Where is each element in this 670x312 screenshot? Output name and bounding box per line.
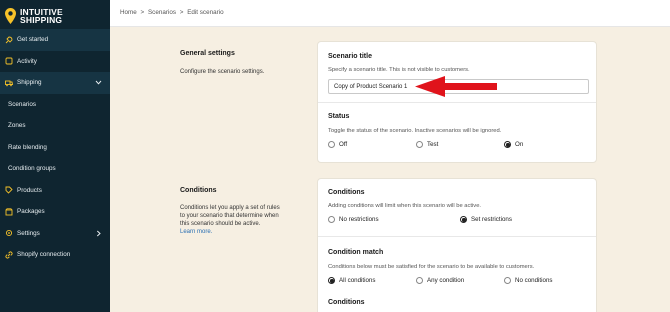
- sidebar-item-get-started[interactable]: Get started: [0, 29, 110, 51]
- sidebar-item-condition-groups[interactable]: Condition groups: [0, 158, 110, 180]
- breadcrumb-separator: >: [140, 9, 145, 16]
- conditions-heading: Conditions: [328, 189, 365, 196]
- conditions-help: Adding conditions will limit when this s…: [328, 203, 482, 209]
- learn-more-link[interactable]: Learn more.: [180, 229, 212, 235]
- sidebar-item-activity[interactable]: Activity: [0, 51, 110, 73]
- top-bar: Home > Scenarios > Edit scenario: [110, 0, 670, 27]
- package-icon: [5, 208, 13, 216]
- arrow-annotation-icon: [415, 76, 497, 97]
- status-help: Toggle the status of the scenario. Inact…: [328, 128, 502, 134]
- conditions-card: Conditions Adding conditions will limit …: [317, 178, 597, 312]
- activity-icon: [5, 57, 13, 65]
- general-settings-title: General settings: [180, 50, 235, 57]
- status-radio-test[interactable]: Test: [416, 141, 438, 148]
- status-radio-off[interactable]: Off: [328, 141, 347, 148]
- general-settings-card: Scenario title Specify a scenario title.…: [317, 41, 597, 163]
- sidebar-item-rate-blending[interactable]: Rate blending: [0, 137, 110, 159]
- radio-circle: [416, 141, 423, 148]
- scenario-title-help: Specify a scenario title. This is not vi…: [328, 67, 470, 73]
- sidebar-item-packages[interactable]: Packages: [0, 201, 110, 223]
- radio-circle-selected: [504, 141, 511, 148]
- radio-circle-selected: [460, 216, 467, 223]
- gear-icon: [5, 230, 13, 237]
- radio-circle-selected: [328, 277, 335, 284]
- conditions-radio-no-restrictions[interactable]: No restrictions: [328, 216, 379, 223]
- sidebar-nav: Get started Activity Shipping Scenarios …: [0, 29, 110, 266]
- conditions-radio-set-restrictions[interactable]: Set restrictions: [460, 216, 512, 223]
- brand-name: INTUITIVE SHIPPING: [20, 6, 63, 25]
- divider: [318, 236, 596, 237]
- brand-logo[interactable]: INTUITIVE SHIPPING: [5, 5, 109, 27]
- radio-circle: [328, 216, 335, 223]
- condition-match-help: Conditions below must be satisfied for t…: [328, 264, 535, 270]
- sidebar-item-shipping[interactable]: Shipping: [0, 72, 110, 94]
- breadcrumb-scenarios[interactable]: Scenarios: [148, 9, 176, 16]
- radio-circle: [328, 141, 335, 148]
- match-radio-any[interactable]: Any condition: [416, 277, 464, 284]
- conditions-section-title: Conditions: [180, 187, 217, 194]
- sidebar: INTUITIVE SHIPPING Get started Activity …: [0, 0, 110, 312]
- conditions-section-description: Conditions let you apply a set of rules …: [180, 205, 280, 235]
- match-radio-all[interactable]: All conditions: [328, 277, 375, 284]
- sidebar-item-shopify-connection[interactable]: Shopify connection: [0, 244, 110, 266]
- condition-match-heading: Condition match: [328, 249, 384, 256]
- status-radio-on[interactable]: On: [504, 141, 523, 148]
- divider: [318, 102, 596, 103]
- breadcrumb-separator: >: [179, 9, 184, 16]
- sidebar-item-settings[interactable]: Settings: [0, 223, 110, 245]
- sidebar-item-products[interactable]: Products: [0, 180, 110, 202]
- chevron-down-icon: [95, 80, 102, 85]
- rocket-icon: [5, 36, 13, 44]
- main-content: Home > Scenarios > Edit scenario General…: [110, 0, 670, 312]
- status-heading: Status: [328, 113, 350, 120]
- link-icon: [5, 251, 13, 259]
- sidebar-item-scenarios[interactable]: Scenarios: [0, 94, 110, 116]
- breadcrumb-current: Edit scenario: [187, 9, 224, 16]
- location-pin-icon: [5, 8, 16, 24]
- tag-icon: [5, 186, 13, 194]
- chevron-right-icon: [96, 230, 101, 236]
- match-radio-none[interactable]: No conditions: [504, 277, 553, 284]
- conditions-subheading: Conditions: [328, 299, 365, 306]
- general-settings-description: Configure the scenario settings.: [180, 69, 265, 75]
- truck-icon: [5, 80, 13, 87]
- breadcrumb: Home > Scenarios > Edit scenario: [120, 9, 226, 16]
- breadcrumb-home[interactable]: Home: [120, 9, 137, 16]
- radio-circle: [416, 277, 423, 284]
- radio-circle: [504, 277, 511, 284]
- scenario-title-heading: Scenario title: [328, 53, 372, 60]
- sidebar-item-zones[interactable]: Zones: [0, 115, 110, 137]
